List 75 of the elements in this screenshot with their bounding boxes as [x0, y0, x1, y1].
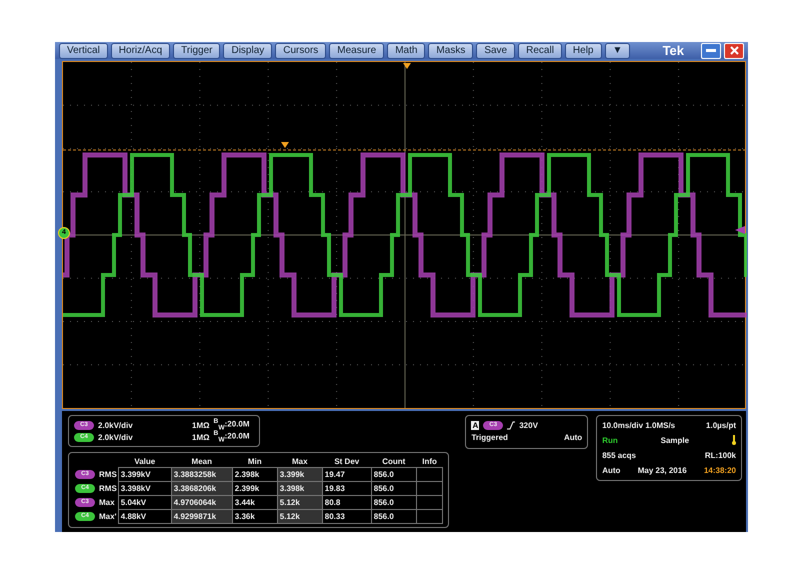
trigger-mode: Auto — [564, 432, 582, 442]
table-cell: 2.398k — [232, 468, 278, 482]
table-cell: 3.398k — [277, 482, 322, 496]
time-label: 14:38:20 — [704, 466, 736, 476]
table-cell: 856.0 — [371, 496, 416, 510]
channel-scale: 2.0kV/div — [98, 420, 134, 430]
column-header: Info — [416, 456, 443, 468]
acquisition-count: 855 acqs — [602, 451, 636, 460]
table-cell: 3.399kV — [118, 468, 172, 482]
measurement-label: RMS — [99, 484, 117, 493]
trigger-marker-icon[interactable] — [281, 142, 289, 148]
table-cell: 19.47 — [322, 468, 372, 482]
trigger-type-label: A — [471, 420, 480, 430]
menu-button[interactable]: Measure — [329, 42, 384, 58]
timebase-label: 10.0ms/div 1.0MS/s — [602, 420, 676, 430]
table-cell: 3.398kV — [118, 482, 172, 496]
close-icon — [730, 46, 738, 55]
column-header: Min — [232, 456, 278, 468]
table-cell: 4.9706064k — [171, 496, 232, 510]
table-cell: 856.0 — [371, 510, 416, 524]
channel-impedance: 1MΩ — [192, 432, 210, 442]
close-button[interactable] — [724, 42, 744, 58]
menu-button[interactable]: Horiz/Acq — [110, 42, 170, 58]
menu-button[interactable]: Trigger — [173, 42, 220, 58]
menu-button[interactable]: Display — [223, 42, 272, 58]
measurement-label: Max' — [99, 512, 116, 521]
channel-scale: 2.0kV/div — [98, 432, 134, 442]
table-cell: 80.33 — [322, 510, 372, 524]
table-cell: 19.83 — [322, 482, 372, 496]
acquisition-mode: Sample — [660, 436, 690, 445]
table-cell — [416, 468, 443, 482]
column-header: Max — [277, 456, 322, 468]
column-header: Value — [118, 456, 172, 468]
table-cell: 3.44k — [232, 496, 278, 510]
rising-edge-icon — [507, 420, 516, 430]
measurement-label: Max — [99, 498, 115, 507]
menu-button[interactable]: Recall — [518, 42, 562, 58]
table-cell: 5.12k — [277, 496, 322, 510]
table-cell: 5.04kV — [118, 496, 172, 510]
trigger-level: 320V — [519, 420, 538, 430]
record-length: RL:100k — [704, 451, 736, 460]
channel-level-arrow-icon[interactable] — [735, 226, 745, 234]
date-label: May 23, 2016 — [638, 466, 687, 476]
column-header: Mean — [171, 456, 232, 468]
column-header: St Dev — [322, 456, 372, 468]
minimize-icon — [706, 49, 716, 52]
menu-dropdown-button[interactable]: ▼ — [604, 42, 630, 58]
brand-label: Tek — [662, 43, 684, 58]
menu-button[interactable]: Masks — [428, 42, 474, 58]
table-cell: 3.36k — [232, 510, 278, 524]
menu-button[interactable]: Cursors — [275, 42, 326, 58]
menu-button[interactable]: Help — [564, 42, 602, 58]
table-cell: 4.9299871k — [171, 510, 232, 524]
menu-button[interactable]: Vertical — [59, 42, 108, 58]
table-cell: 80.8 — [322, 496, 372, 510]
trigger-status: Triggered — [471, 432, 508, 442]
table-cell: 5.12k — [277, 510, 322, 524]
thermometer-icon — [732, 435, 736, 446]
table-cell: 3.3868206k — [171, 482, 232, 496]
table-cell: 4.88kV — [118, 510, 172, 524]
run-mode: Auto — [602, 466, 620, 476]
run-state: Run — [602, 436, 618, 445]
channel-impedance: 1MΩ — [192, 420, 210, 430]
column-header: Count — [371, 456, 416, 468]
resolution-label: 1.0µs/pt — [706, 420, 736, 430]
measurement-label: RMS — [99, 470, 117, 479]
table-cell: 3.399k — [277, 468, 322, 482]
table-cell: 856.0 — [371, 468, 416, 482]
trigger-position-icon[interactable] — [403, 63, 411, 69]
table-cell: 3.3883258k — [171, 468, 232, 482]
menu-button[interactable]: Save — [476, 42, 516, 58]
table-cell: 856.0 — [371, 482, 416, 496]
minimize-button[interactable] — [701, 42, 721, 58]
menu-button[interactable]: Math — [387, 42, 426, 58]
table-cell: 2.399k — [232, 482, 278, 496]
